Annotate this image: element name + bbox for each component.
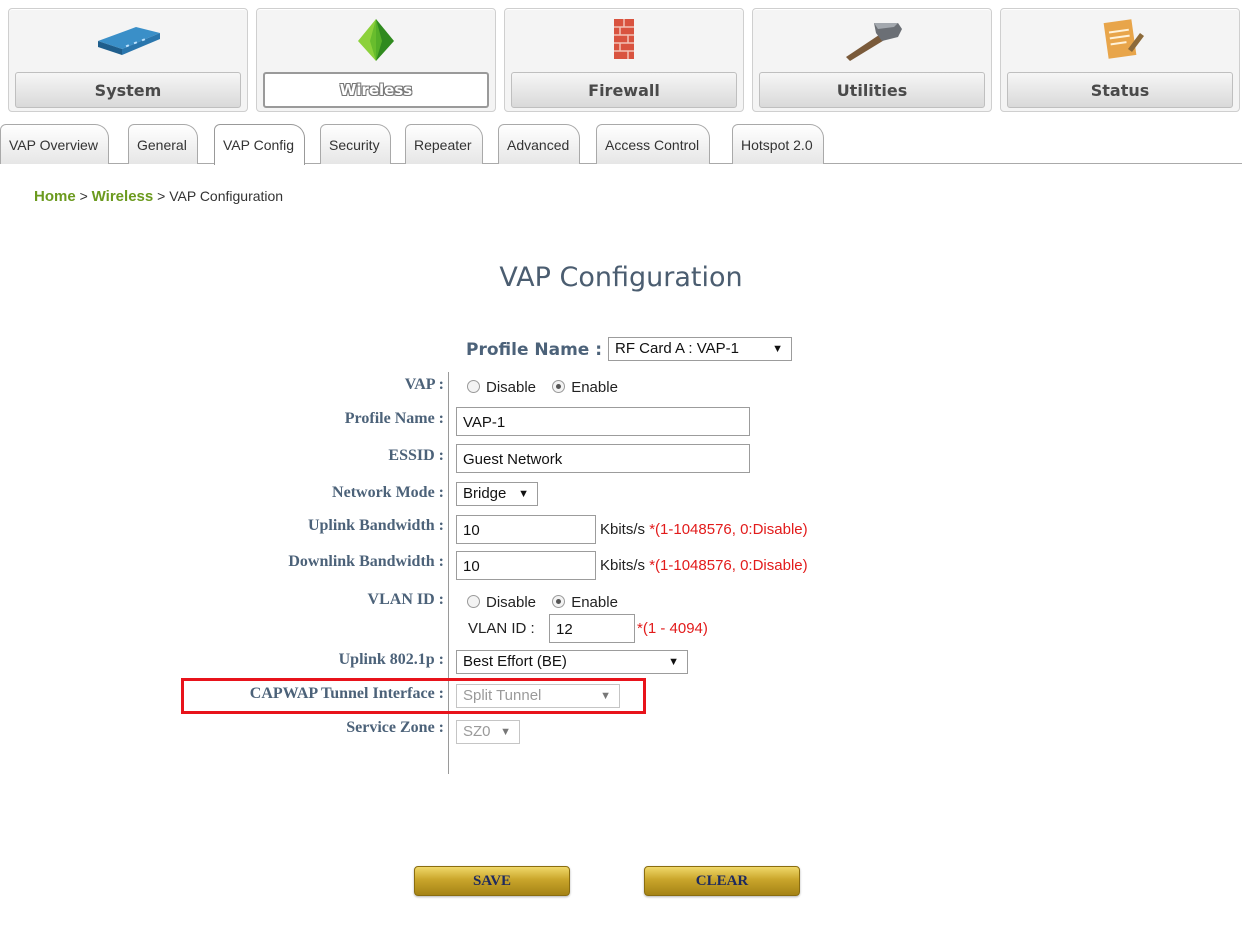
save-button[interactable]: SAVE xyxy=(414,866,570,896)
vap-enable-radio[interactable] xyxy=(552,380,566,393)
breadcrumb-home[interactable]: Home xyxy=(34,188,76,205)
tab-hotspot[interactable]: Hotspot 2.0 xyxy=(732,124,824,164)
vap-label: VAP : xyxy=(404,376,444,393)
sub-tabs: VAP Overview General VAP Config Security… xyxy=(0,120,1242,165)
capwap-tunnel-value: Split Tunnel xyxy=(463,687,542,704)
module-wireless[interactable]: Wireless xyxy=(256,8,496,112)
breadcrumb-sep: > xyxy=(157,188,166,204)
vap-disable-radio[interactable] xyxy=(467,380,480,393)
radio-label: Disable xyxy=(486,379,537,396)
capwap-tunnel-label: CAPWAP Tunnel Interface : xyxy=(249,685,444,702)
tab-vap-config[interactable]: VAP Config xyxy=(214,124,306,165)
profile-select[interactable]: RF Card A : VAP-1 ▼ xyxy=(608,337,792,361)
profile-select-value: RF Card A : VAP-1 xyxy=(615,340,739,357)
radio-label: Enable xyxy=(571,594,618,611)
breadcrumb-sep: > xyxy=(79,188,88,204)
module-label: Status xyxy=(1007,72,1233,108)
dropdown-arrow-icon: ▼ xyxy=(772,343,783,355)
breadcrumb-current: VAP Configuration xyxy=(169,188,284,204)
service-zone-label: Service Zone : xyxy=(346,719,444,736)
profile-name-input[interactable]: VAP-1 xyxy=(456,407,750,436)
module-bar: System Wireless Firewall Utilities Statu… xyxy=(0,0,1242,118)
vlan-enable-radio[interactable] xyxy=(552,595,566,608)
vlan-id-range-hint: *(1 - 4094) xyxy=(637,620,708,637)
uplink-bandwidth-unit: Kbits/s *(1-1048576, 0:Disable) xyxy=(600,521,808,538)
breadcrumb: Home > Wireless > VAP Configuration xyxy=(34,188,283,205)
dropdown-arrow-icon: ▼ xyxy=(500,726,511,738)
uplink-bandwidth-input[interactable]: 10 xyxy=(456,515,596,544)
tab-repeater[interactable]: Repeater xyxy=(405,124,483,164)
router-icon xyxy=(98,27,160,55)
vap-radio-group: Disable Enable xyxy=(467,379,630,396)
dropdown-arrow-icon: ▼ xyxy=(600,690,611,702)
form-divider xyxy=(448,372,449,774)
vlan-id-sub-label: VLAN ID : xyxy=(468,620,535,637)
module-system[interactable]: System xyxy=(8,8,248,112)
module-label: Firewall xyxy=(511,72,737,108)
module-label: Utilities xyxy=(759,72,985,108)
unit-text: Kbits/s xyxy=(600,521,646,538)
hammer-icon xyxy=(846,23,902,61)
uplink-8021p-label: Uplink 802.1p : xyxy=(338,651,444,668)
module-status[interactable]: Status xyxy=(1000,8,1240,112)
network-mode-label: Network Mode : xyxy=(332,484,444,501)
profile-name-label: Profile Name : xyxy=(344,410,444,427)
downlink-bandwidth-unit: Kbits/s *(1-1048576, 0:Disable) xyxy=(600,557,808,574)
module-firewall[interactable]: Firewall xyxy=(504,8,744,112)
radio-label: Enable xyxy=(571,379,618,396)
essid-input[interactable]: Guest Network xyxy=(456,444,750,473)
dropdown-arrow-icon: ▼ xyxy=(668,656,679,668)
firewall-icon xyxy=(614,19,634,59)
module-label: Wireless xyxy=(263,72,489,108)
vlan-id-input[interactable]: 12 xyxy=(549,614,635,643)
uplink-8021p-value: Best Effort (BE) xyxy=(463,653,567,670)
module-utilities[interactable]: Utilities xyxy=(752,8,992,112)
clear-button[interactable]: CLEAR xyxy=(644,866,800,896)
dropdown-arrow-icon: ▼ xyxy=(518,488,529,500)
vlan-id-label: VLAN ID : xyxy=(367,591,444,608)
breadcrumb-wireless[interactable]: Wireless xyxy=(92,188,154,205)
tab-general[interactable]: General xyxy=(128,124,198,164)
range-hint: *(1-1048576, 0:Disable) xyxy=(649,557,808,574)
tab-access-control[interactable]: Access Control xyxy=(596,124,711,164)
network-mode-value: Bridge xyxy=(463,485,507,502)
module-label: System xyxy=(15,72,241,108)
notepad-icon xyxy=(1103,19,1144,59)
profile-select-label: Profile Name : xyxy=(466,340,603,360)
range-hint: *(1-1048576, 0:Disable) xyxy=(649,521,808,538)
tab-vap-overview[interactable]: VAP Overview xyxy=(0,124,109,164)
page-title: VAP Configuration xyxy=(499,262,743,293)
downlink-bandwidth-label: Downlink Bandwidth : xyxy=(288,553,444,570)
tab-security[interactable]: Security xyxy=(320,124,391,164)
network-mode-select[interactable]: Bridge ▼ xyxy=(456,482,538,506)
vlan-radio-group: Disable Enable xyxy=(467,594,630,611)
uplink-bandwidth-label: Uplink Bandwidth : xyxy=(307,517,444,534)
radio-label: Disable xyxy=(486,594,537,611)
tab-advanced[interactable]: Advanced xyxy=(498,124,581,164)
capwap-tunnel-select[interactable]: Split Tunnel ▼ xyxy=(456,684,620,708)
downlink-bandwidth-input[interactable]: 10 xyxy=(456,551,596,580)
vlan-disable-radio[interactable] xyxy=(467,595,480,608)
unit-text: Kbits/s xyxy=(600,557,646,574)
essid-label: ESSID : xyxy=(388,447,444,464)
service-zone-select[interactable]: SZ0 ▼ xyxy=(456,720,520,744)
service-zone-value: SZ0 xyxy=(463,723,491,740)
wireless-icon xyxy=(358,19,394,61)
uplink-8021p-select[interactable]: Best Effort (BE) ▼ xyxy=(456,650,688,674)
